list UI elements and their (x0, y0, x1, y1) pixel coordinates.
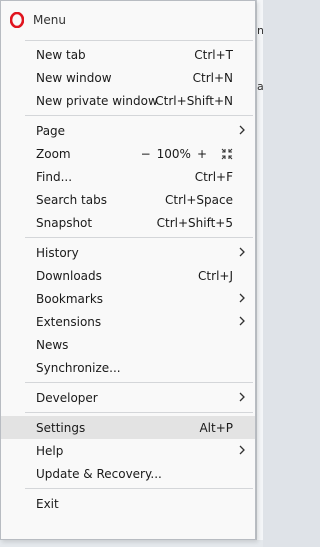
menu-item-new-private-window[interactable]: New private window Ctrl+Shift+N (1, 89, 255, 112)
chevron-right-icon (239, 392, 245, 402)
menu-item-snapshot[interactable]: Snapshot Ctrl+Shift+5 (1, 211, 255, 234)
menu-item-shortcut: Ctrl+Shift+5 (156, 215, 233, 230)
menu-item-search-tabs[interactable]: Search tabs Ctrl+Space (1, 188, 255, 211)
menu-item-label: Search tabs (36, 192, 107, 207)
menu-item-settings[interactable]: Settings Alt+P (1, 416, 255, 439)
menu-item-label: New window (36, 70, 112, 85)
menu-item-label: Downloads (36, 268, 102, 283)
menu-item-exit[interactable]: Exit (1, 492, 255, 515)
menu-item-shortcut: Ctrl+T (194, 47, 233, 62)
opera-logo-icon (9, 11, 25, 29)
menu-separator (25, 237, 253, 238)
menu-item-extensions[interactable]: Extensions (1, 310, 255, 333)
menu-item-label: Developer (36, 390, 98, 405)
menu-item-shortcut: Alt+P (199, 420, 233, 435)
menu-separator (25, 382, 253, 383)
menu-item-label: Help (36, 443, 64, 458)
menu-separator (25, 488, 253, 489)
chevron-right-icon (239, 293, 245, 303)
menu-item-label: Exit (36, 496, 59, 511)
zoom-in-button[interactable]: + (197, 147, 207, 161)
zoom-level: 100% (156, 146, 191, 161)
menu-item-label: News (36, 337, 69, 352)
menu-item-downloads[interactable]: Downloads Ctrl+J (1, 264, 255, 287)
menu-item-label: Snapshot (36, 215, 93, 230)
background-bottom-bar (0, 540, 263, 547)
menu-item-synchronize[interactable]: Synchronize... (1, 356, 255, 379)
zoom-out-button[interactable]: − (141, 147, 151, 161)
menu-item-label: History (36, 245, 79, 260)
menu-item-find[interactable]: Find... Ctrl+F (1, 165, 255, 188)
menu-item-help[interactable]: Help (1, 439, 255, 462)
menu-item-label: New tab (36, 47, 86, 62)
menu-item-label: Settings (36, 420, 86, 435)
menu-separator (25, 40, 253, 41)
menu-title: Menu (33, 13, 66, 27)
menu-item-new-tab[interactable]: New tab Ctrl+T (1, 43, 255, 66)
menu-item-label: Synchronize... (36, 360, 121, 375)
background-text-fragment: ng (257, 24, 263, 37)
opera-main-menu: Menu New tab Ctrl+T New window Ctrl+N New pr… (0, 0, 256, 540)
chevron-right-icon (239, 247, 245, 257)
menu-item-label: Zoom (36, 146, 71, 161)
menu-item-page[interactable]: Page (1, 119, 255, 142)
chevron-right-icon (239, 445, 245, 455)
menu-item-news[interactable]: News (1, 333, 255, 356)
background-text-fragment: ala (257, 80, 263, 93)
menu-item-shortcut: Ctrl+F (194, 169, 233, 184)
zoom-controls: −100% + (141, 147, 233, 161)
menu-item-update-recovery[interactable]: Update & Recovery... (1, 462, 255, 485)
chevron-right-icon (239, 125, 245, 135)
menu-item-history[interactable]: History (1, 241, 255, 264)
menu-item-shortcut: Ctrl+Shift+N (155, 93, 233, 108)
menu-item-bookmarks[interactable]: Bookmarks (1, 287, 255, 310)
menu-item-shortcut: Ctrl+Space (165, 192, 233, 207)
menu-separator (25, 115, 253, 116)
menu-item-new-window[interactable]: New window Ctrl+N (1, 66, 255, 89)
menu-item-label: Find... (36, 169, 73, 184)
menu-item-label: Extensions (36, 314, 102, 329)
menu-item-label: Update & Recovery... (36, 466, 162, 481)
menu-item-label: Page (36, 123, 66, 138)
menu-header[interactable]: Menu (1, 1, 255, 39)
menu-item-shortcut: Ctrl+N (192, 70, 233, 85)
chevron-right-icon (239, 316, 245, 326)
menu-item-shortcut: Ctrl+J (198, 268, 233, 283)
fullscreen-icon[interactable] (221, 148, 233, 160)
menu-item-label: Bookmarks (36, 291, 104, 306)
menu-item-zoom[interactable]: Zoom −100% + (1, 142, 255, 165)
menu-item-label: New private window (36, 93, 158, 108)
menu-item-developer[interactable]: Developer (1, 386, 255, 409)
menu-separator (25, 412, 253, 413)
